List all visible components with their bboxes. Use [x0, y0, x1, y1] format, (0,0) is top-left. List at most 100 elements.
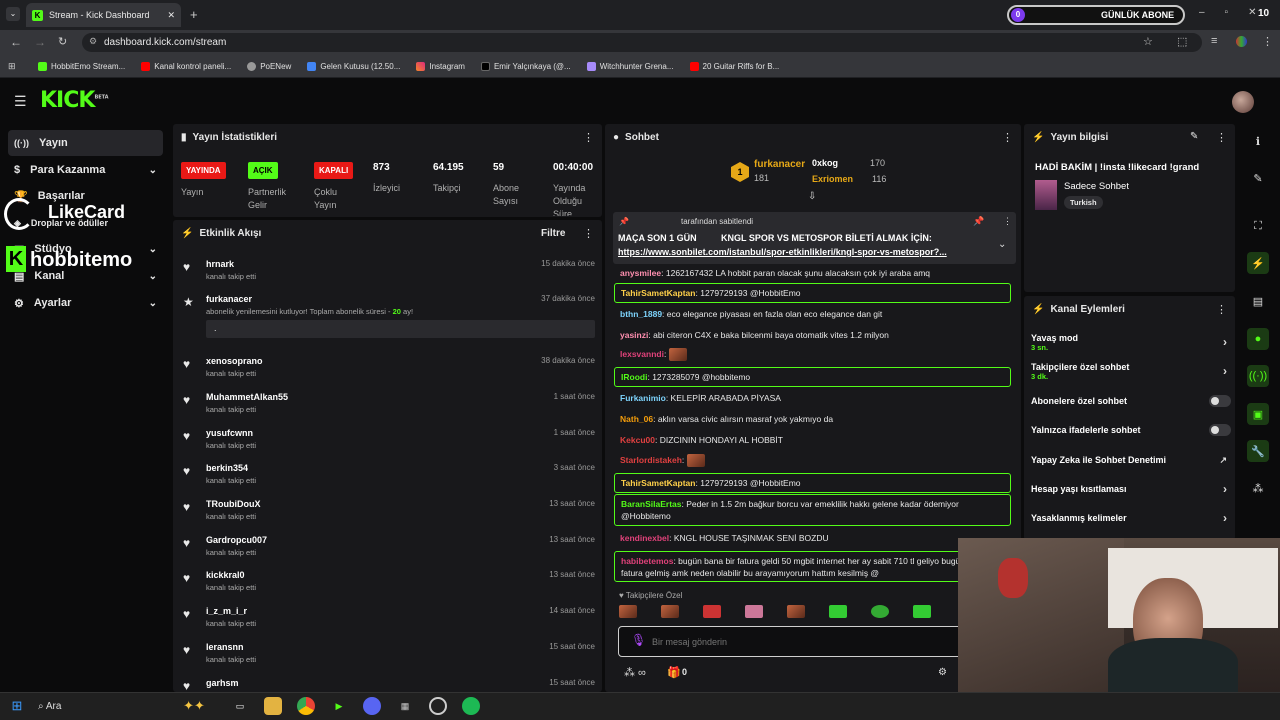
- pinned-link[interactable]: https://www.sonbilet.com/istanbul/spor-e…: [618, 247, 978, 257]
- activity-user[interactable]: berkin354: [206, 463, 248, 473]
- chat-bubble-icon[interactable]: ●: [1247, 328, 1269, 350]
- chat-username[interactable]: TahirSametKaptan: [621, 288, 695, 298]
- emote-icon[interactable]: [871, 605, 889, 618]
- microphone-icon[interactable]: 🎙: [631, 633, 646, 647]
- emote-icon[interactable]: [619, 605, 637, 618]
- bookmark-hobbitemo[interactable]: HobbitEmo Stream...: [38, 62, 125, 71]
- chat-username[interactable]: yasinzi: [620, 330, 648, 340]
- chat-username[interactable]: Kekcu00: [620, 435, 655, 445]
- sidebar-item-ayarlar[interactable]: ⚙ Ayarlar ⌄: [8, 290, 163, 316]
- activity-user[interactable]: leransnn: [206, 642, 244, 652]
- expand-leaderboard-icon[interactable]: ⇩: [808, 191, 816, 202]
- followers-chat-row[interactable]: Takipçilere özel sohbet 3 dk. ›: [1031, 359, 1231, 383]
- account-age-row[interactable]: Hesap yaşı kısıtlaması ›: [1031, 477, 1231, 501]
- spotify-icon[interactable]: [462, 697, 480, 715]
- gift-icon[interactable]: ▣: [1247, 403, 1269, 425]
- url-input[interactable]: dashboard.kick.com/stream: [82, 33, 1202, 52]
- chat-message[interactable]: Nath_06: aklın varsa civic alırsın masra…: [614, 411, 1011, 427]
- bolt-icon[interactable]: ⚡: [1247, 252, 1269, 274]
- chat-message[interactable]: BaranSilaErtas: Peder in 1.5 2m bağkur b…: [614, 494, 1011, 526]
- emote-icon[interactable]: [745, 605, 763, 618]
- emote-icon[interactable]: [787, 605, 805, 618]
- browser-menu-icon[interactable]: ⋮: [1262, 35, 1273, 48]
- pencil-icon[interactable]: ✎: [1247, 167, 1269, 189]
- more-options-icon[interactable]: ⋮: [583, 131, 594, 144]
- ai-moderation-row[interactable]: Yapay Zeka ile Sohbet Denetimi ↗: [1031, 448, 1231, 472]
- tag-badge[interactable]: Turkish: [1064, 196, 1103, 209]
- obs-icon[interactable]: [429, 697, 447, 715]
- chat-message[interactable]: bthn_1889: eco elegance piyasası en fazl…: [614, 306, 1011, 322]
- chat-message[interactable]: TahirSametKaptan: 1279729193 @HobbitEmo: [614, 473, 1011, 493]
- activity-user[interactable]: yusufcwnn: [206, 428, 253, 438]
- subs-only-toggle[interactable]: [1209, 395, 1231, 407]
- hamburger-menu-icon[interactable]: ☰: [14, 93, 27, 110]
- cluster-icon[interactable]: ⁂: [1247, 477, 1269, 499]
- chat-message[interactable]: habibetemos: bugün bana bir fatura geldi…: [614, 551, 1011, 582]
- tab-close-icon[interactable]: ✕: [167, 10, 175, 21]
- chat-username[interactable]: IRoodi: [621, 372, 647, 382]
- edit-icon[interactable]: ✎: [1190, 131, 1198, 142]
- file-explorer-icon[interactable]: [264, 697, 282, 715]
- bookmark-gelen-kutusu[interactable]: Gelen Kutusu (12.50...: [307, 62, 400, 71]
- chat-message[interactable]: yasinzi: abi citeron C4X e baka bilcenmi…: [614, 327, 1011, 343]
- kick-logo[interactable]: KICKBETA: [40, 88, 109, 113]
- chat-message[interactable]: TahirSametKaptan: 1279729193 @HobbitEmo: [614, 283, 1011, 303]
- browser-tab[interactable]: K Stream - Kick Dashboard ✕: [26, 3, 181, 27]
- profile-icon[interactable]: [1236, 36, 1247, 47]
- chat-username[interactable]: bthn_1889: [620, 309, 662, 319]
- activity-user[interactable]: MuhammetAlkan55: [206, 392, 288, 402]
- chat-message[interactable]: lexsvanndi:: [614, 346, 1011, 363]
- sidebar-item-yayin[interactable]: ((·)) Yayın: [8, 130, 163, 156]
- emote-icon[interactable]: [703, 605, 721, 618]
- banned-words-row[interactable]: Yasaklanmış kelimeler ›: [1031, 506, 1231, 530]
- chat-message[interactable]: Starlordistakeh:: [614, 452, 1011, 469]
- bookmark-kanal[interactable]: Kanal kontrol paneli...: [141, 62, 231, 71]
- activity-user[interactable]: hrnark: [206, 259, 234, 269]
- bookmark-x[interactable]: Emir Yalçınkaya (@...: [480, 62, 571, 71]
- bookmark-star-icon[interactable]: ☆: [1143, 35, 1153, 48]
- tab-search-icon[interactable]: ⌄: [6, 7, 20, 21]
- site-info-icon[interactable]: ⚙: [89, 36, 97, 47]
- wrench-icon[interactable]: 🔧: [1247, 440, 1269, 462]
- sidebar-item-para-kazanma[interactable]: $ Para Kazanma ⌄: [8, 157, 163, 183]
- extensions-icon[interactable]: ⬚: [1177, 35, 1187, 48]
- broadcast-icon[interactable]: ((·)): [1247, 365, 1269, 387]
- activity-user[interactable]: xenosoprano: [206, 356, 263, 366]
- unpin-icon[interactable]: 📌: [973, 216, 984, 227]
- activity-user[interactable]: i_z_m_i_r: [206, 606, 247, 616]
- bookmark-guitar[interactable]: 20 Guitar Riffs for B...: [689, 62, 779, 71]
- chat-username[interactable]: lexsvanndi: [620, 349, 664, 359]
- activity-user[interactable]: Gardropcu007: [206, 535, 267, 545]
- leader-name[interactable]: furkanacer: [754, 159, 805, 170]
- chat-username[interactable]: Furkanimio: [620, 393, 666, 403]
- more-options-icon[interactable]: ⋮: [1216, 131, 1227, 144]
- kick-studio-icon[interactable]: ▶: [330, 697, 348, 715]
- chat-message[interactable]: Kekcu00: DIZCININ HONDAYI AL HOBBİT: [614, 432, 1011, 448]
- crop-icon[interactable]: ⛶: [1247, 215, 1269, 237]
- chat-username[interactable]: Nath_06: [620, 414, 653, 424]
- category-name[interactable]: Sadece Sohbet: [1064, 181, 1129, 192]
- task-view-icon[interactable]: ▭: [231, 697, 249, 715]
- emote-icon[interactable]: [661, 605, 679, 618]
- emote-icon[interactable]: [913, 605, 931, 618]
- bookmark-instagram[interactable]: Instagram: [416, 62, 465, 71]
- discord-icon[interactable]: [363, 697, 381, 715]
- more-options-icon[interactable]: ⋮: [583, 227, 594, 240]
- chat-username[interactable]: kendinexbel: [620, 533, 669, 543]
- back-icon[interactable]: ←: [10, 35, 22, 49]
- document-icon[interactable]: ▤: [1247, 290, 1269, 312]
- widgets-icon[interactable]: ✦✦: [183, 697, 205, 715]
- apps-icon[interactable]: ⊞: [8, 61, 16, 72]
- activity-user[interactable]: garhsm: [206, 678, 239, 688]
- chat-settings-icon[interactable]: ⚙: [938, 667, 947, 678]
- chat-message[interactable]: kendinexbel: KNGL HOUSE TAŞINMAK SENİ BO…: [614, 530, 1011, 546]
- forward-icon[interactable]: →: [34, 35, 46, 49]
- chat-message-input[interactable]: [652, 633, 952, 651]
- reload-icon[interactable]: ↻: [58, 35, 67, 48]
- app-icon[interactable]: ▦: [396, 697, 414, 715]
- infinity-icon[interactable]: ⁂ ∞: [624, 666, 646, 679]
- gift-icon[interactable]: 🎁: [667, 666, 681, 679]
- chat-username[interactable]: habibetemos: [621, 556, 673, 566]
- info-icon[interactable]: ℹ: [1247, 130, 1269, 152]
- emotes-only-toggle[interactable]: [1209, 424, 1231, 436]
